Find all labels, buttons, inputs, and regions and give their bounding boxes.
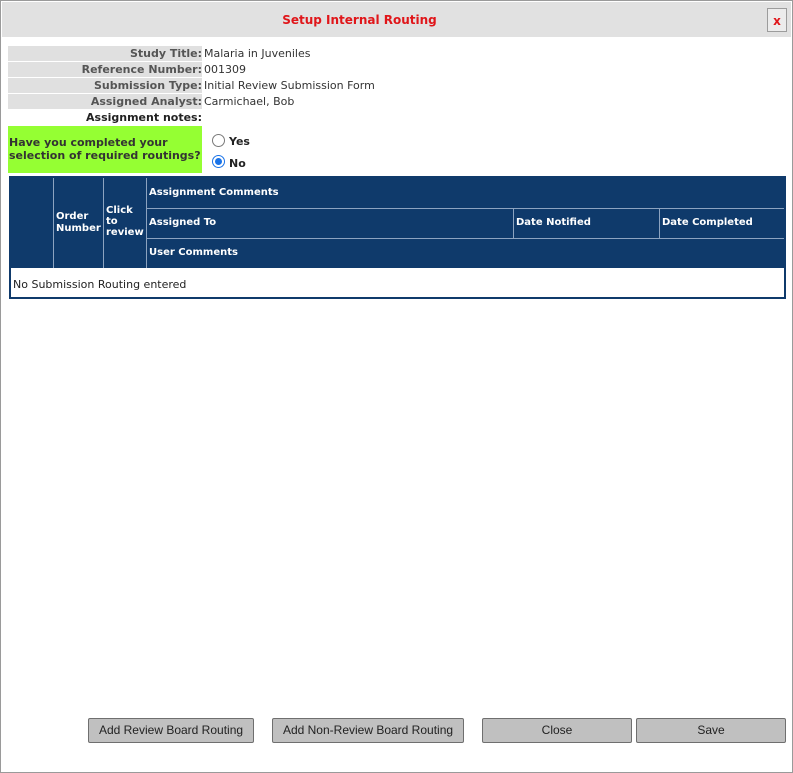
empty-routing-message: No Submission Routing entered: [13, 278, 187, 291]
assigned-analyst-label: Assigned Analyst:: [8, 94, 202, 109]
submission-type-label: Submission Type:: [8, 78, 202, 93]
add-non-review-board-routing-button[interactable]: Add Non-Review Board Routing: [272, 718, 464, 743]
add-review-board-routing-button[interactable]: Add Review Board Routing: [88, 718, 254, 743]
study-title-row: Study Title: Malaria in Juveniles: [8, 46, 785, 61]
col-assigned-to: Assigned To: [149, 217, 217, 228]
study-title-value: Malaria in Juveniles: [204, 47, 311, 60]
assignment-notes-label: Assignment notes:: [86, 111, 202, 124]
grid-divider: [147, 208, 784, 209]
study-title-label: Study Title:: [8, 46, 202, 61]
setup-routing-dialog: Setup Internal Routing x Study Title: Ma…: [0, 0, 793, 773]
yes-radio-label[interactable]: Yes: [229, 135, 250, 148]
reference-number-row: Reference Number: 001309: [8, 62, 785, 77]
routing-grid-header: Order Number Click to review Assignment …: [11, 178, 784, 268]
grid-divider: [146, 178, 147, 268]
yes-radio[interactable]: [212, 134, 225, 147]
assigned-analyst-row: Assigned Analyst: Carmichael, Bob: [8, 94, 785, 109]
submission-type-value: Initial Review Submission Form: [204, 79, 375, 92]
close-button[interactable]: Close: [482, 718, 632, 743]
dialog-titlebar: Setup Internal Routing: [2, 2, 791, 37]
col-user-comments: User Comments: [149, 247, 238, 258]
routing-grid: Order Number Click to review Assignment …: [9, 176, 786, 299]
col-date-completed: Date Completed: [662, 217, 753, 228]
submission-type-row: Submission Type: Initial Review Submissi…: [8, 78, 785, 93]
assigned-analyst-value: Carmichael, Bob: [204, 95, 295, 108]
close-icon[interactable]: x: [767, 8, 787, 32]
grid-divider: [147, 238, 784, 239]
col-click-to-review: Click to review: [106, 205, 144, 238]
reference-number-value: 001309: [204, 63, 246, 76]
reference-number-label: Reference Number:: [8, 62, 202, 77]
col-assignment-comments: Assignment Comments: [149, 187, 279, 198]
save-button[interactable]: Save: [636, 718, 786, 743]
grid-divider: [513, 209, 514, 238]
col-date-notified: Date Notified: [516, 217, 591, 228]
no-radio[interactable]: [212, 155, 225, 168]
col-order-number: Order Number: [56, 211, 101, 234]
no-radio-label[interactable]: No: [229, 157, 246, 170]
grid-divider: [103, 178, 104, 268]
routing-complete-question: Have you completed your selection of req…: [8, 126, 202, 173]
grid-divider: [53, 178, 54, 268]
grid-divider: [659, 209, 660, 238]
assignment-notes-row: Assignment notes:: [8, 110, 785, 125]
dialog-title: Setup Internal Routing: [282, 13, 437, 27]
